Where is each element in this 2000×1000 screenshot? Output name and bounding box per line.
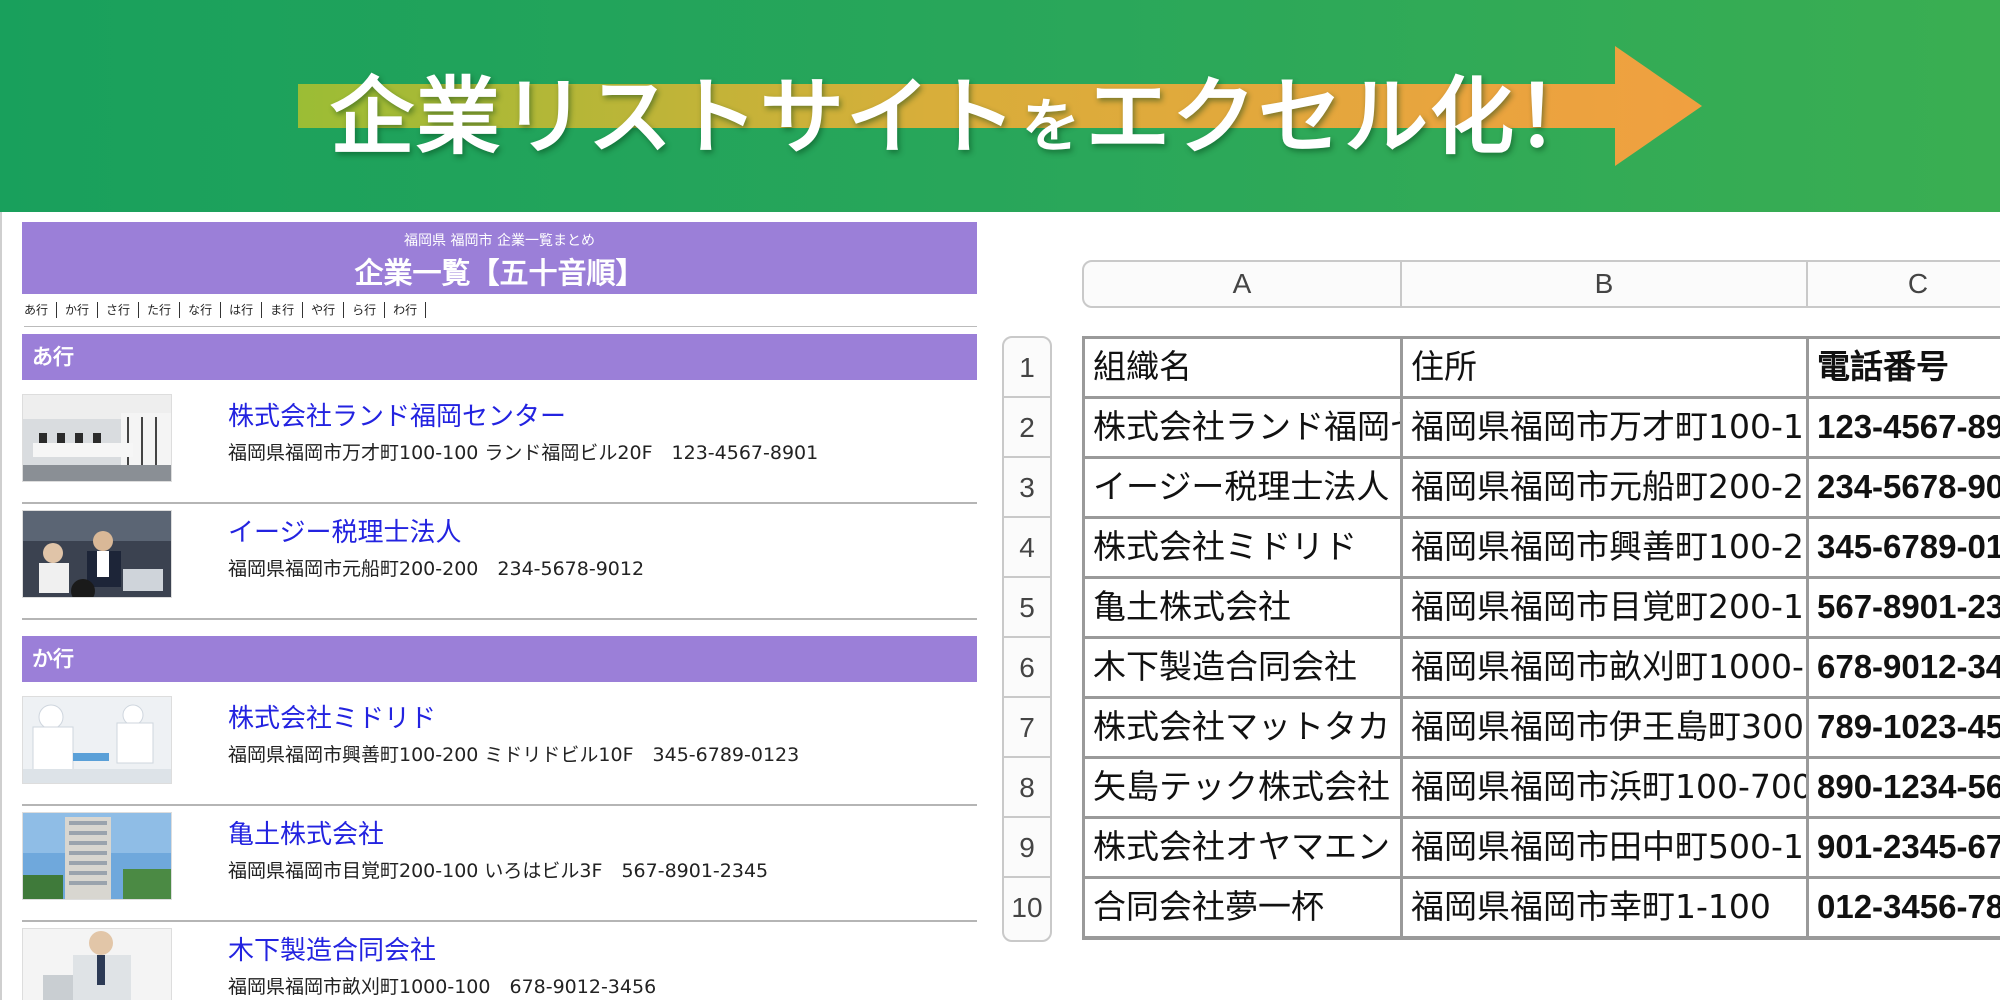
column-header-c[interactable]: C bbox=[1808, 262, 2000, 306]
data-cell[interactable]: 789-1023-4567 bbox=[1809, 699, 2000, 759]
company-image-lab bbox=[22, 696, 172, 784]
data-cell[interactable]: 567-8901-2345 bbox=[1809, 579, 2000, 639]
company-image-building bbox=[22, 812, 172, 900]
company-list-item: 亀土株式会社 福岡県福岡市目覚町200-100 いろはビル3F 567-8901… bbox=[22, 804, 977, 922]
data-cell[interactable]: 345-6789-0123 bbox=[1809, 519, 2000, 579]
data-cell[interactable]: 株式会社ランド福岡センター bbox=[1085, 399, 1403, 459]
row-header[interactable]: 9 bbox=[1004, 818, 1050, 878]
company-name-link[interactable]: イージー税理士法人 bbox=[228, 512, 461, 549]
kana-nav-link[interactable]: さ行 bbox=[106, 302, 140, 318]
column-header-a[interactable]: A bbox=[1084, 262, 1402, 306]
header-cell[interactable]: 電話番号 bbox=[1809, 339, 2000, 399]
company-image-worker bbox=[22, 928, 172, 1000]
spreadsheet-view: A B C 12345678910 組織名住所電話番号株式会社ランド福岡センター… bbox=[990, 212, 2000, 1000]
banner-title-part1: 企業リストサイト bbox=[330, 68, 1019, 166]
page-header: 福岡県 福岡市 企業一覧まとめ 企業一覧【五十音順】 bbox=[22, 222, 977, 294]
data-cell[interactable]: 012-3456-7890 bbox=[1809, 879, 2000, 937]
company-list-item: 株式会社ランド福岡センター 福岡県福岡市万才町100-100 ランド福岡ビル20… bbox=[22, 386, 977, 504]
company-image-meeting bbox=[22, 510, 172, 598]
spreadsheet-grid: 組織名住所電話番号株式会社ランド福岡センター福岡県福岡市万才町100-10012… bbox=[1082, 336, 2000, 940]
row-header[interactable]: 5 bbox=[1004, 578, 1050, 638]
section-heading: あ行 bbox=[22, 334, 977, 380]
data-cell[interactable]: 合同会社夢一杯 bbox=[1085, 879, 1403, 937]
data-cell[interactable]: 矢島テック株式会社 bbox=[1085, 759, 1403, 819]
kana-nav-link[interactable]: な行 bbox=[188, 302, 222, 318]
row-header[interactable]: 6 bbox=[1004, 638, 1050, 698]
company-name-link[interactable]: 亀土株式会社 bbox=[228, 814, 384, 851]
kana-index-nav: あ行 か行 さ行 た行 な行 は行 ま行 や行 ら行 わ行 bbox=[24, 302, 977, 327]
data-cell[interactable]: 福岡県福岡市元船町200-200 bbox=[1403, 459, 1809, 519]
kana-nav-link[interactable]: や行 bbox=[311, 302, 345, 318]
data-cell[interactable]: 株式会社ミドリド bbox=[1085, 519, 1403, 579]
row-header[interactable]: 8 bbox=[1004, 758, 1050, 818]
section-heading: か行 bbox=[22, 636, 977, 682]
row-header[interactable]: 1 bbox=[1004, 338, 1050, 398]
data-cell[interactable]: 福岡県福岡市目覚町200-100 bbox=[1403, 579, 1809, 639]
data-cell[interactable]: 890-1234-5678 bbox=[1809, 759, 2000, 819]
company-name-link[interactable]: 株式会社ミドリド bbox=[228, 698, 436, 735]
data-cell[interactable]: 901-2345-6789 bbox=[1809, 819, 2000, 879]
company-list-item: 株式会社ミドリド 福岡県福岡市興善町100-200 ミドリドビル10F 345-… bbox=[22, 688, 977, 806]
kana-nav-link[interactable]: た行 bbox=[147, 302, 181, 318]
company-list-webpage: 福岡県 福岡市 企業一覧まとめ 企業一覧【五十音順】 あ行 か行 さ行 た行 な… bbox=[0, 212, 990, 1000]
row-header[interactable]: 7 bbox=[1004, 698, 1050, 758]
data-cell[interactable]: 123-4567-8901 bbox=[1809, 399, 2000, 459]
kana-nav-link[interactable]: ら行 bbox=[352, 302, 386, 318]
data-cell[interactable]: 福岡県福岡市田中町500-100 bbox=[1403, 819, 1809, 879]
data-cell[interactable]: 234-5678-9012 bbox=[1809, 459, 2000, 519]
company-list-item: 木下製造合同会社 福岡県福岡市畝刈町1000-100 678-9012-3456 bbox=[22, 920, 977, 1000]
company-address-phone: 福岡県福岡市万才町100-100 ランド福岡ビル20F 123-4567-890… bbox=[228, 442, 819, 464]
row-header[interactable]: 3 bbox=[1004, 458, 1050, 518]
company-address-phone: 福岡県福岡市目覚町200-100 いろはビル3F 567-8901-2345 bbox=[228, 860, 769, 882]
page-subtitle: 福岡県 福岡市 企業一覧まとめ bbox=[404, 233, 595, 249]
data-cell[interactable]: イージー税理士法人 bbox=[1085, 459, 1403, 519]
header-cell[interactable]: 住所 bbox=[1403, 339, 1809, 399]
promo-banner: 企業リストサイト を エクセル化！ bbox=[0, 0, 2000, 212]
kana-nav-link[interactable]: あ行 bbox=[24, 302, 58, 318]
data-cell[interactable]: 福岡県福岡市万才町100-100 bbox=[1403, 399, 1809, 459]
data-cell[interactable]: 678-9012-3456 bbox=[1809, 639, 2000, 699]
header-cell[interactable]: 組織名 bbox=[1085, 339, 1403, 399]
column-headers: A B C bbox=[1082, 260, 2000, 308]
data-cell[interactable]: 木下製造合同会社 bbox=[1085, 639, 1403, 699]
company-name-link[interactable]: 木下製造合同会社 bbox=[228, 930, 436, 967]
data-cell[interactable]: 福岡県福岡市興善町100-200 bbox=[1403, 519, 1809, 579]
company-address-phone: 福岡県福岡市畝刈町1000-100 678-9012-3456 bbox=[228, 976, 657, 998]
company-list-item: イージー税理士法人 福岡県福岡市元船町200-200 234-5678-9012 bbox=[22, 502, 977, 620]
company-address-phone: 福岡県福岡市興善町100-200 ミドリドビル10F 345-6789-0123 bbox=[228, 744, 800, 766]
column-header-b[interactable]: B bbox=[1402, 262, 1808, 306]
kana-nav-link[interactable]: は行 bbox=[229, 302, 263, 318]
row-header[interactable]: 2 bbox=[1004, 398, 1050, 458]
banner-title-part3: エクセル化！ bbox=[1086, 68, 1603, 166]
row-header[interactable]: 4 bbox=[1004, 518, 1050, 578]
data-cell[interactable]: 福岡県福岡市伊王島町300 bbox=[1403, 699, 1809, 759]
kana-nav-link[interactable]: わ行 bbox=[393, 302, 427, 318]
company-image-office bbox=[22, 394, 172, 482]
data-cell[interactable]: 亀土株式会社 bbox=[1085, 579, 1403, 639]
company-name-link[interactable]: 株式会社ランド福岡センター bbox=[228, 396, 566, 433]
data-cell[interactable]: 株式会社マットタカ bbox=[1085, 699, 1403, 759]
row-headers: 1 2 3 4 5 6 7 8 9 10 bbox=[1002, 336, 1052, 942]
banner-title: 企業リストサイト を エクセル化！ bbox=[330, 50, 1602, 166]
row-header[interactable]: 10 bbox=[1004, 878, 1050, 938]
kana-nav-link[interactable]: ま行 bbox=[270, 302, 304, 318]
data-cell[interactable]: 福岡県福岡市幸町1-100 bbox=[1403, 879, 1809, 937]
banner-title-part2: を bbox=[1022, 92, 1083, 160]
kana-nav-link[interactable]: か行 bbox=[65, 302, 99, 318]
page-title: 企業一覧【五十音順】 bbox=[354, 256, 645, 290]
company-address-phone: 福岡県福岡市元船町200-200 234-5678-9012 bbox=[228, 558, 645, 580]
data-cell[interactable]: 株式会社オヤマエン bbox=[1085, 819, 1403, 879]
data-cell[interactable]: 福岡県福岡市浜町100-700 bbox=[1403, 759, 1809, 819]
data-cell[interactable]: 福岡県福岡市畝刈町1000-100 bbox=[1403, 639, 1809, 699]
